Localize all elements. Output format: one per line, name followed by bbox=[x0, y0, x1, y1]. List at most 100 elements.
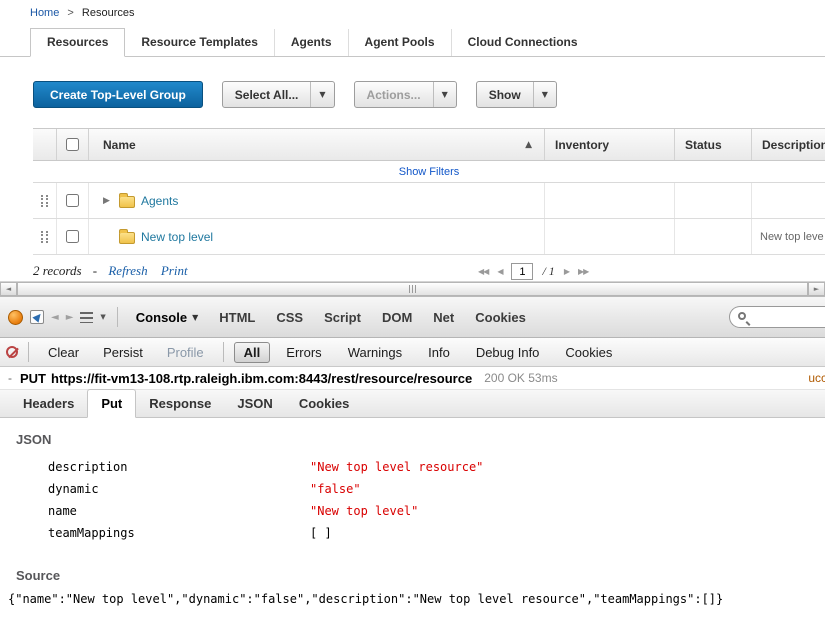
firebug-tab-cookies[interactable]: Cookies bbox=[468, 306, 533, 329]
column-header-name[interactable]: Name ▲ bbox=[89, 129, 545, 160]
caret-down-icon: ▼ bbox=[310, 82, 333, 107]
detail-tab-json[interactable]: JSON bbox=[224, 390, 285, 417]
firebug-search-input[interactable] bbox=[755, 310, 817, 324]
column-header-status[interactable]: Status bbox=[675, 129, 752, 160]
select-all-checkbox[interactable] bbox=[66, 138, 79, 151]
column-header-description[interactable]: Description bbox=[752, 129, 825, 160]
previous-page-icon[interactable]: ◀ bbox=[497, 267, 502, 276]
json-value: [ ] bbox=[310, 526, 332, 540]
json-entry: dynamic "false" bbox=[0, 478, 825, 500]
persist-button[interactable]: Persist bbox=[94, 343, 152, 362]
description-cell: New top leve bbox=[752, 219, 825, 254]
page-number-input[interactable] bbox=[511, 263, 533, 280]
request-source-link[interactable]: ucc bbox=[808, 371, 825, 385]
status-cell bbox=[675, 219, 752, 254]
request-detail-content: JSON description "New top level resource… bbox=[0, 418, 825, 606]
caret-down-icon[interactable]: ▼ bbox=[100, 313, 105, 321]
forward-icon[interactable]: ► bbox=[66, 312, 74, 323]
firebug-tab-css[interactable]: CSS bbox=[269, 306, 310, 329]
filter-info[interactable]: Info bbox=[418, 342, 460, 363]
drag-column-header bbox=[33, 129, 57, 160]
firebug-icon[interactable] bbox=[8, 310, 23, 325]
profile-button[interactable]: Profile bbox=[158, 343, 213, 362]
select-all-dropdown[interactable]: Select All... ▼ bbox=[222, 81, 335, 108]
back-icon[interactable]: ◄ bbox=[51, 312, 59, 323]
firebug-tab-console[interactable]: Console ▼ bbox=[129, 306, 205, 329]
break-on-errors-icon[interactable] bbox=[6, 346, 18, 358]
json-value: "false" bbox=[310, 482, 361, 496]
filter-cookies[interactable]: Cookies bbox=[555, 342, 622, 363]
row-select-checkbox[interactable] bbox=[66, 194, 79, 207]
detail-tab-headers[interactable]: Headers bbox=[10, 390, 87, 417]
filter-all[interactable]: All bbox=[234, 342, 271, 363]
panel-menu-icon[interactable] bbox=[80, 312, 93, 323]
resource-link-agents[interactable]: Agents bbox=[141, 194, 178, 208]
drag-handle-icon[interactable] bbox=[41, 195, 48, 207]
breadcrumb-home-link[interactable]: Home bbox=[30, 7, 59, 19]
firebug-main-toolbar: ◄ ► ▼ Console ▼ HTML CSS Script DOM Net … bbox=[0, 297, 825, 338]
json-key: name bbox=[48, 504, 310, 518]
create-top-level-group-button[interactable]: Create Top-Level Group bbox=[33, 81, 203, 108]
select-all-label: Select All... bbox=[223, 82, 311, 107]
json-entry: teamMappings [ ] bbox=[0, 522, 825, 544]
request-url[interactable]: https://fit-vm13-108.rtp.raleigh.ibm.com… bbox=[51, 371, 472, 386]
firebug-tab-dom[interactable]: DOM bbox=[375, 306, 419, 329]
console-request-row[interactable]: - PUT https://fit-vm13-108.rtp.raleigh.i… bbox=[0, 367, 825, 390]
actions-dropdown[interactable]: Actions... ▼ bbox=[354, 81, 457, 108]
search-icon bbox=[738, 312, 746, 320]
refresh-link[interactable]: Refresh bbox=[108, 263, 147, 278]
app-window: Home > Resources Resources Resource Temp… bbox=[0, 0, 825, 630]
next-page-icon[interactable]: ▶ bbox=[564, 267, 569, 276]
firebug-tab-script[interactable]: Script bbox=[317, 306, 368, 329]
drag-handle-icon[interactable] bbox=[41, 231, 48, 243]
toolbar-separator bbox=[117, 307, 118, 327]
scrollbar-grip bbox=[409, 285, 410, 293]
tab-resources[interactable]: Resources bbox=[30, 28, 125, 57]
scroll-right-icon[interactable]: ► bbox=[808, 282, 825, 296]
tab-agent-pools[interactable]: Agent Pools bbox=[348, 29, 451, 56]
tab-cloud-connections[interactable]: Cloud Connections bbox=[451, 29, 594, 56]
detail-tab-cookies[interactable]: Cookies bbox=[286, 390, 363, 417]
show-label: Show bbox=[477, 82, 533, 107]
expand-icon[interactable]: ▶ bbox=[103, 196, 113, 206]
collapse-icon[interactable]: - bbox=[4, 371, 16, 385]
tab-resource-templates[interactable]: Resource Templates bbox=[125, 29, 274, 56]
detail-tab-put[interactable]: Put bbox=[87, 389, 136, 418]
column-header-inventory[interactable]: Inventory bbox=[545, 129, 675, 160]
json-key: teamMappings bbox=[48, 526, 310, 540]
detail-tab-response[interactable]: Response bbox=[136, 390, 224, 417]
sort-ascending-icon[interactable]: ▲ bbox=[525, 140, 532, 150]
page-total: / 1 bbox=[542, 264, 554, 279]
tab-agents[interactable]: Agents bbox=[274, 29, 348, 56]
firebug-tab-html[interactable]: HTML bbox=[212, 306, 262, 329]
table-header-row: Name ▲ Inventory Status Description bbox=[33, 129, 825, 161]
scrollbar-track[interactable] bbox=[17, 282, 808, 296]
scrollbar-grip bbox=[415, 285, 416, 293]
last-page-icon[interactable]: ▶▶ bbox=[578, 267, 588, 276]
resource-link-new-top-level[interactable]: New top level bbox=[141, 230, 213, 244]
show-dropdown[interactable]: Show ▼ bbox=[476, 81, 557, 108]
caret-down-icon: ▼ bbox=[433, 82, 456, 107]
show-filters-link[interactable]: Show Filters bbox=[399, 166, 460, 178]
json-value: "New top level resource" bbox=[310, 460, 483, 474]
scrollbar-thumb[interactable] bbox=[17, 282, 808, 296]
request-source-body: {"name":"New top level","dynamic":"false… bbox=[0, 592, 825, 606]
firebug-search[interactable] bbox=[729, 306, 825, 328]
select-all-column-header bbox=[57, 129, 89, 160]
request-method: PUT bbox=[20, 371, 46, 386]
row-select-checkbox[interactable] bbox=[66, 230, 79, 243]
folder-icon bbox=[119, 232, 135, 244]
inspect-element-icon[interactable] bbox=[30, 310, 44, 324]
folder-icon bbox=[119, 196, 135, 208]
filter-warnings[interactable]: Warnings bbox=[338, 342, 412, 363]
horizontal-scrollbar[interactable]: ◄ ► bbox=[0, 281, 825, 297]
print-link[interactable]: Print bbox=[161, 263, 188, 278]
filter-errors[interactable]: Errors bbox=[276, 342, 331, 363]
first-page-icon[interactable]: ◀◀ bbox=[478, 267, 488, 276]
scroll-left-icon[interactable]: ◄ bbox=[0, 282, 17, 296]
filter-debug-info[interactable]: Debug Info bbox=[466, 342, 550, 363]
firebug-tab-net[interactable]: Net bbox=[426, 306, 461, 329]
clear-button[interactable]: Clear bbox=[39, 343, 88, 362]
firebug-panel: ◄ ► ▼ Console ▼ HTML CSS Script DOM Net … bbox=[0, 297, 825, 606]
json-entry: description "New top level resource" bbox=[0, 456, 825, 478]
